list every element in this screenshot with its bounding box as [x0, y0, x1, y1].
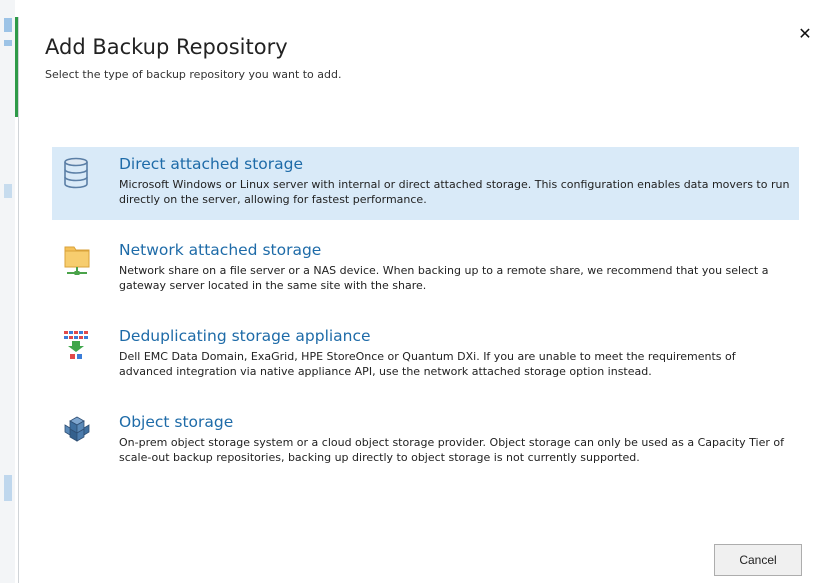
dedup-appliance-icon	[62, 329, 90, 359]
background-icon	[4, 18, 12, 32]
background-icon	[4, 184, 12, 198]
option-title[interactable]: Network attached storage	[119, 241, 321, 259]
option-description: Network share on a file server or a NAS …	[119, 264, 769, 292]
option-description: Dell EMC Data Domain, ExaGrid, HPE Store…	[119, 350, 736, 378]
background-icon	[4, 475, 12, 501]
option-title[interactable]: Object storage	[119, 413, 233, 431]
close-icon[interactable]: ✕	[797, 25, 813, 43]
screen: Add Backup Repository Select the type of…	[0, 0, 814, 583]
option-description: On-prem object storage system or a cloud…	[119, 436, 784, 464]
option-network-attached-storage[interactable]: Network attached storage Network share o…	[52, 233, 799, 306]
background-icon	[4, 40, 12, 46]
option-deduplicating-storage-appliance[interactable]: Deduplicating storage appliance Dell EMC…	[52, 319, 799, 392]
add-backup-repository-dialog: Add Backup Repository Select the type of…	[18, 17, 814, 583]
option-direct-attached-storage[interactable]: Direct attached storage Microsoft Window…	[52, 147, 799, 220]
network-folder-icon	[62, 243, 90, 275]
option-title[interactable]: Direct attached storage	[119, 155, 303, 173]
cancel-button[interactable]: Cancel	[714, 544, 802, 576]
option-title[interactable]: Deduplicating storage appliance	[119, 327, 371, 345]
option-object-storage[interactable]: Object storage On-prem object storage sy…	[52, 405, 799, 478]
dialog-title: Add Backup Repository	[45, 35, 288, 59]
background-window-edge	[0, 0, 15, 583]
database-disk-icon	[62, 157, 90, 189]
object-storage-cubes-icon	[62, 415, 90, 445]
option-description: Microsoft Windows or Linux server with i…	[119, 178, 790, 206]
dialog-subtitle: Select the type of backup repository you…	[45, 68, 342, 81]
